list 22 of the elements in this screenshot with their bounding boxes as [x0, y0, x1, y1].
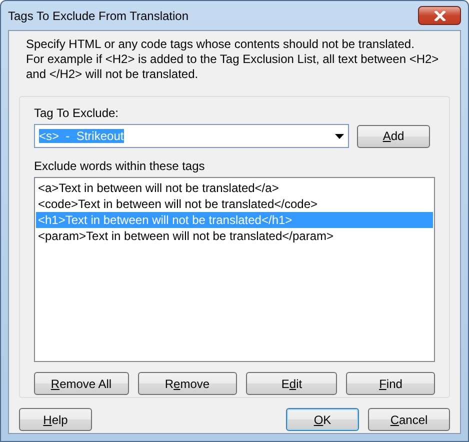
field-value: <s> - Strikeout — [39, 129, 124, 143]
dialog-button[interactable]: OK — [286, 408, 359, 431]
description-text: Specify HTML or any code tags whose contents should not be translated. — [26, 37, 416, 52]
add-button[interactable]: Add — [357, 124, 430, 148]
dropdown-arrow-icon — [335, 134, 344, 138]
list-action-button[interactable]: Remove — [138, 372, 237, 395]
list-label: Exclude words within these tags — [34, 159, 206, 173]
field-label: Tag To Exclude: — [34, 106, 120, 120]
description-text: For example if <H2> is added to the Tag Exclusion List, all text between <H2> — [26, 52, 440, 67]
list-item[interactable]: <a>Text in between will not be translated</a> — [36, 180, 433, 196]
dialog-button[interactable]: Help — [19, 408, 92, 431]
window-title: Tags To Exclude From Translation — [8, 8, 189, 24]
list-action-button[interactable]: Remove All — [34, 372, 128, 395]
list-action-button[interactable]: Find — [346, 372, 436, 395]
list-item[interactable]: <param>Text in between will not be translated</param> — [36, 228, 433, 244]
close-button[interactable] — [418, 6, 461, 25]
dialog-button[interactable]: Cancel — [368, 408, 450, 431]
list-action-button[interactable]: Edit — [246, 372, 338, 395]
description-text: and </H2> will not be translated. — [26, 67, 200, 82]
close-icon — [434, 10, 446, 20]
list-item[interactable]: <code>Text in between will not be translated</code> — [36, 196, 433, 212]
tag-list[interactable]: <a>Text in between will not be translated</a> <code>Text in between will not be translated</code> <h1>Text in between will not be translated</h1> <param>Text in between will not be translated</param> — [34, 177, 435, 362]
